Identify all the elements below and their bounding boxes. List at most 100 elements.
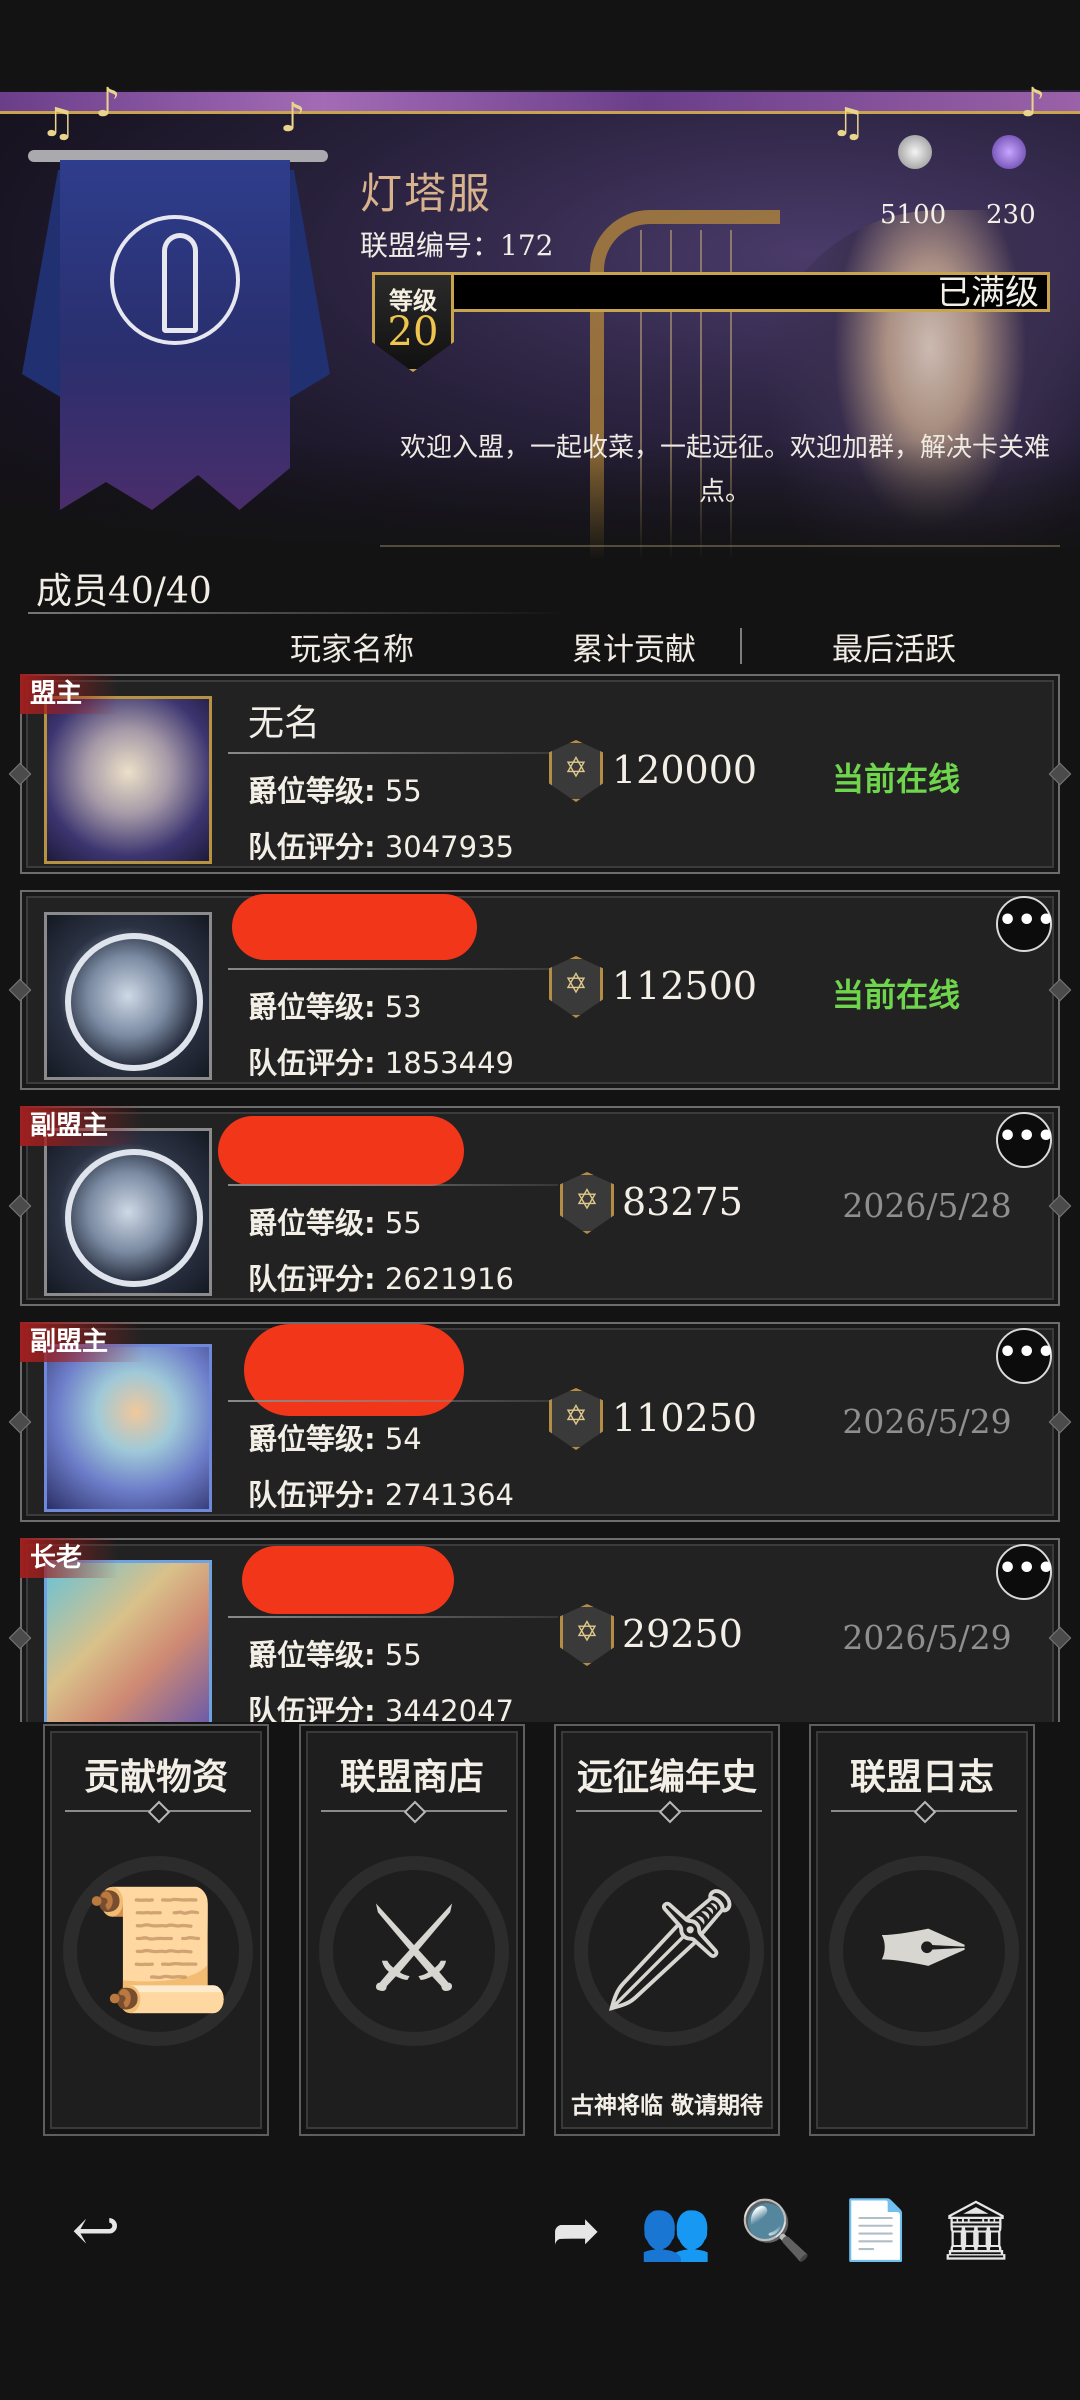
coming-soon-text: 古神将临 敬请期待 xyxy=(570,2093,763,2119)
card-title: 贡献物资 xyxy=(83,1757,228,1798)
score-label: 队伍评分: xyxy=(248,1046,376,1080)
row-ornament xyxy=(1048,1194,1072,1218)
member-rank: 爵位等级: 53 xyxy=(248,984,422,1026)
avatar[interactable] xyxy=(44,912,212,1080)
avatar[interactable] xyxy=(44,1128,212,1296)
last-active-date: 2026/5/29 xyxy=(842,1618,1012,1657)
bank-icon[interactable]: 🏛 xyxy=(936,2190,1016,2270)
rank-value: 55 xyxy=(384,1638,422,1672)
crystal-icon xyxy=(992,135,1026,169)
card-title: 联盟商店 xyxy=(339,1757,484,1798)
guild-log-card[interactable]: 联盟日志 ✒ xyxy=(809,1724,1035,2136)
member-row[interactable]: 副盟主 爵位等级: 54 队伍评分: 2741364 110250 2026/5… xyxy=(8,1322,1072,1522)
contribute-supplies-card[interactable]: 贡献物资 📜 xyxy=(43,1724,269,2136)
member-rank: 爵位等级: 55 xyxy=(248,768,422,810)
divider xyxy=(228,1184,558,1186)
contribution-value: 110250 xyxy=(612,1396,758,1440)
member-team-score: 队伍评分: 2621916 xyxy=(248,1256,514,1298)
member-team-score: 队伍评分: 3047935 xyxy=(248,824,514,866)
divider xyxy=(228,968,558,970)
role-tag: 盟主 xyxy=(20,674,119,714)
share-icon[interactable]: ➦ xyxy=(536,2190,616,2270)
rank-value: 54 xyxy=(384,1422,422,1456)
contribution-icon xyxy=(549,1388,603,1450)
search-icon[interactable]: 🔍 xyxy=(736,2190,816,2270)
app-root: ♫ ♪ ♪ ♫ ♪ 灯塔服 联盟编号：172 5100 230 已满级 等级 2… xyxy=(0,0,1080,2400)
column-header-contribution[interactable]: 累计贡献 xyxy=(572,624,696,669)
name-redaction xyxy=(242,1546,454,1614)
rank-value: 53 xyxy=(384,990,422,1024)
avatar[interactable] xyxy=(44,1560,212,1722)
member-team-score: 队伍评分: 3442047 xyxy=(248,1688,514,1722)
card-ornament xyxy=(65,1810,251,1812)
more-options-button[interactable]: ••• xyxy=(996,1328,1056,1384)
score-label: 队伍评分: xyxy=(248,830,376,864)
row-ornament xyxy=(8,1194,32,1218)
card-title: 远征编年史 xyxy=(576,1757,757,1798)
member-list[interactable]: 盟主 无名 爵位等级: 55 队伍评分: 3047935 120000 当前在线… xyxy=(0,672,1080,1722)
rank-label: 爵位等级: xyxy=(248,990,376,1024)
score-value: 2741364 xyxy=(384,1478,514,1512)
card-title: 联盟日志 xyxy=(849,1757,994,1798)
crossed-flags-sword-icon: 🗡 xyxy=(594,1881,747,2020)
score-value: 3047935 xyxy=(384,830,514,864)
members-count: 成员40/40 xyxy=(36,571,212,612)
divider xyxy=(228,1400,558,1402)
card-ornament xyxy=(831,1810,1017,1812)
contribution-value: 29250 xyxy=(622,1612,743,1656)
guild-shop-card[interactable]: 联盟商店 ⚔ xyxy=(299,1724,525,2136)
score-value: 2621916 xyxy=(384,1262,514,1296)
member-rank: 爵位等级: 55 xyxy=(248,1200,422,1242)
avatar[interactable] xyxy=(44,696,212,864)
music-note-icon: ♫ xyxy=(830,100,866,146)
contribution-value: 83275 xyxy=(622,1180,743,1224)
gem-count: 5100 xyxy=(880,200,947,230)
level-progress-bar: 已满级 xyxy=(440,272,1050,312)
contribution-value: 112500 xyxy=(612,964,758,1008)
bottom-toolbar: ↩ ➦ 👥 🔍 📄 🏛 xyxy=(0,2170,1080,2290)
role-tag: 副盟主 xyxy=(20,1322,145,1362)
guild-motto: 欢迎入盟，一起收菜，一起远征。欢迎加群，解决卡关难点。 xyxy=(399,433,1050,507)
row-ornament xyxy=(1048,978,1072,1002)
role-tag: 长老 xyxy=(20,1538,119,1578)
level-number: 20 xyxy=(387,309,439,355)
divider xyxy=(228,1616,558,1618)
divider xyxy=(228,752,558,754)
back-icon[interactable]: ↩ xyxy=(56,2190,136,2270)
rank-label: 爵位等级: xyxy=(248,1206,376,1240)
rank-value: 55 xyxy=(384,774,422,808)
contribution-icon xyxy=(560,1172,614,1234)
last-active-date: 2026/5/29 xyxy=(842,1402,1012,1441)
expedition-chronicle-card[interactable]: 远征编年史 🗡 古神将临 敬请期待 xyxy=(554,1724,780,2136)
music-note-icon: ♪ xyxy=(95,80,121,126)
rank-label: 爵位等级: xyxy=(248,774,376,808)
document-icon[interactable]: 📄 xyxy=(836,2190,916,2270)
music-note-icon: ♪ xyxy=(1020,80,1046,126)
member-row[interactable]: 副盟主 爵位等级: 55 队伍评分: 2621916 83275 2026/5/… xyxy=(8,1106,1072,1306)
score-label: 队伍评分: xyxy=(248,1262,376,1296)
more-options-button[interactable]: ••• xyxy=(996,896,1056,952)
name-redaction xyxy=(232,894,477,960)
harp-emblem-icon xyxy=(110,215,240,345)
member-row[interactable]: 爵位等级: 53 队伍评分: 1853449 112500 当前在线 ••• xyxy=(8,890,1072,1090)
more-options-button[interactable]: ••• xyxy=(996,1112,1056,1168)
role-tag: 副盟主 xyxy=(20,1106,145,1146)
row-ornament xyxy=(8,1626,32,1650)
member-row[interactable]: 盟主 无名 爵位等级: 55 队伍评分: 3047935 120000 当前在线 xyxy=(8,674,1072,874)
scroll-icon: 📜 xyxy=(83,1881,233,2020)
contribution-icon xyxy=(549,956,603,1018)
guild-id: 联盟编号：172 xyxy=(360,229,554,262)
score-value: 3442047 xyxy=(384,1694,514,1722)
column-header-last-active[interactable]: 最后活跃 xyxy=(832,624,956,669)
members-icon[interactable]: 👥 xyxy=(636,2190,716,2270)
more-options-button[interactable]: ••• xyxy=(996,1544,1056,1600)
card-ornament xyxy=(321,1810,507,1812)
name-redaction xyxy=(244,1324,464,1416)
avatar[interactable] xyxy=(44,1344,212,1512)
gem-icon xyxy=(898,135,932,169)
header-top-border xyxy=(0,92,1080,114)
row-ornament xyxy=(8,762,32,786)
member-row[interactable]: 长老 爵位等级: 55 队伍评分: 3442047 29250 2026/5/2… xyxy=(8,1538,1072,1722)
armor-sword-icon: ⚔ xyxy=(360,1881,468,2020)
crystal-count: 230 xyxy=(986,200,1036,230)
